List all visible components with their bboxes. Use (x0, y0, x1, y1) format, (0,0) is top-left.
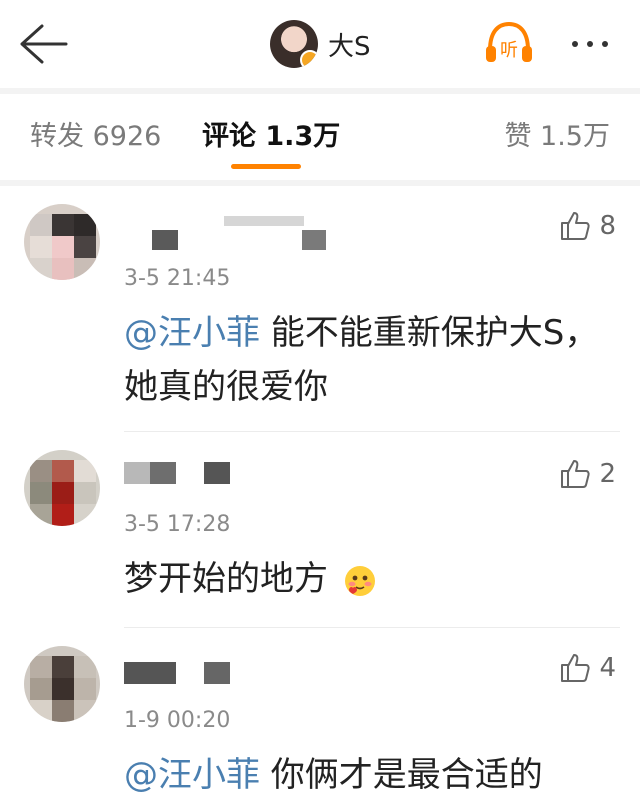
mention-link[interactable]: @汪小菲 (124, 755, 260, 795)
thumbs-up-icon (561, 212, 591, 240)
shy-face-emoji-icon (344, 565, 375, 596)
headphones-icon: 听 (486, 21, 532, 62)
like-count: 2 (599, 459, 616, 489)
more-icon-dot (587, 41, 593, 47)
avatar[interactable] (270, 20, 318, 68)
page-title: 大S (328, 31, 371, 62)
more-icon-dot (602, 41, 608, 47)
avatar[interactable] (24, 646, 100, 722)
like-button[interactable]: 8 (559, 210, 616, 242)
like-count: 8 (599, 211, 616, 241)
username-blurred[interactable] (124, 458, 264, 490)
comment-item: 8 3-5 21:45 @汪小菲 能不能重新保护大S，她真的很爱你 (0, 186, 640, 432)
comment-time: 1-9 00:20 (124, 708, 231, 733)
comment-item: 4 1-9 00:20 @汪小菲 你俩才是最合适的 (0, 628, 640, 795)
more-icon-dot (572, 41, 578, 47)
tab-likes[interactable]: 赞 1.5万 (504, 114, 610, 153)
comment-time: 3-5 17:28 (124, 512, 231, 537)
thumbs-up-icon (561, 460, 591, 488)
tab-indicator (231, 164, 301, 169)
comment-time: 3-5 21:45 (124, 266, 231, 291)
comment-text: @汪小菲 能不能重新保护大S，她真的很爱你 (124, 306, 624, 414)
listen-button[interactable]: 听 (484, 20, 534, 66)
comment-body: 梦开始的地方 (124, 559, 328, 599)
more-button[interactable] (572, 36, 622, 52)
avatar[interactable] (24, 450, 100, 526)
mention-link[interactable]: @汪小菲 (124, 313, 260, 353)
like-count: 4 (599, 653, 616, 683)
username-blurred[interactable] (124, 216, 364, 250)
comment-text: @汪小菲 你俩才是最合适的 (124, 748, 624, 802)
like-button[interactable]: 4 (559, 652, 616, 684)
thumbs-up-icon (561, 654, 591, 682)
arrow-left-icon (20, 24, 68, 64)
comment-body: 你俩才是最合适的 (260, 755, 543, 795)
username-blurred[interactable] (124, 658, 264, 690)
tab-comments[interactable]: 评论 1.3万 (202, 114, 340, 153)
comment-text: 梦开始的地方 (124, 552, 624, 606)
top-bar: 大S 听 (0, 0, 640, 88)
like-button[interactable]: 2 (559, 458, 616, 490)
comment-item: 2 3-5 17:28 梦开始的地方 (0, 432, 640, 628)
tab-reposts[interactable]: 转发 6926 (30, 114, 161, 153)
tab-bar: 转发 6926 评论 1.3万 赞 1.5万 (0, 94, 640, 178)
avatar[interactable] (24, 204, 100, 280)
listen-label: 听 (500, 40, 518, 61)
profile-title[interactable]: 大S (270, 18, 371, 70)
back-button[interactable] (18, 22, 68, 66)
verified-badge-icon (300, 50, 318, 68)
